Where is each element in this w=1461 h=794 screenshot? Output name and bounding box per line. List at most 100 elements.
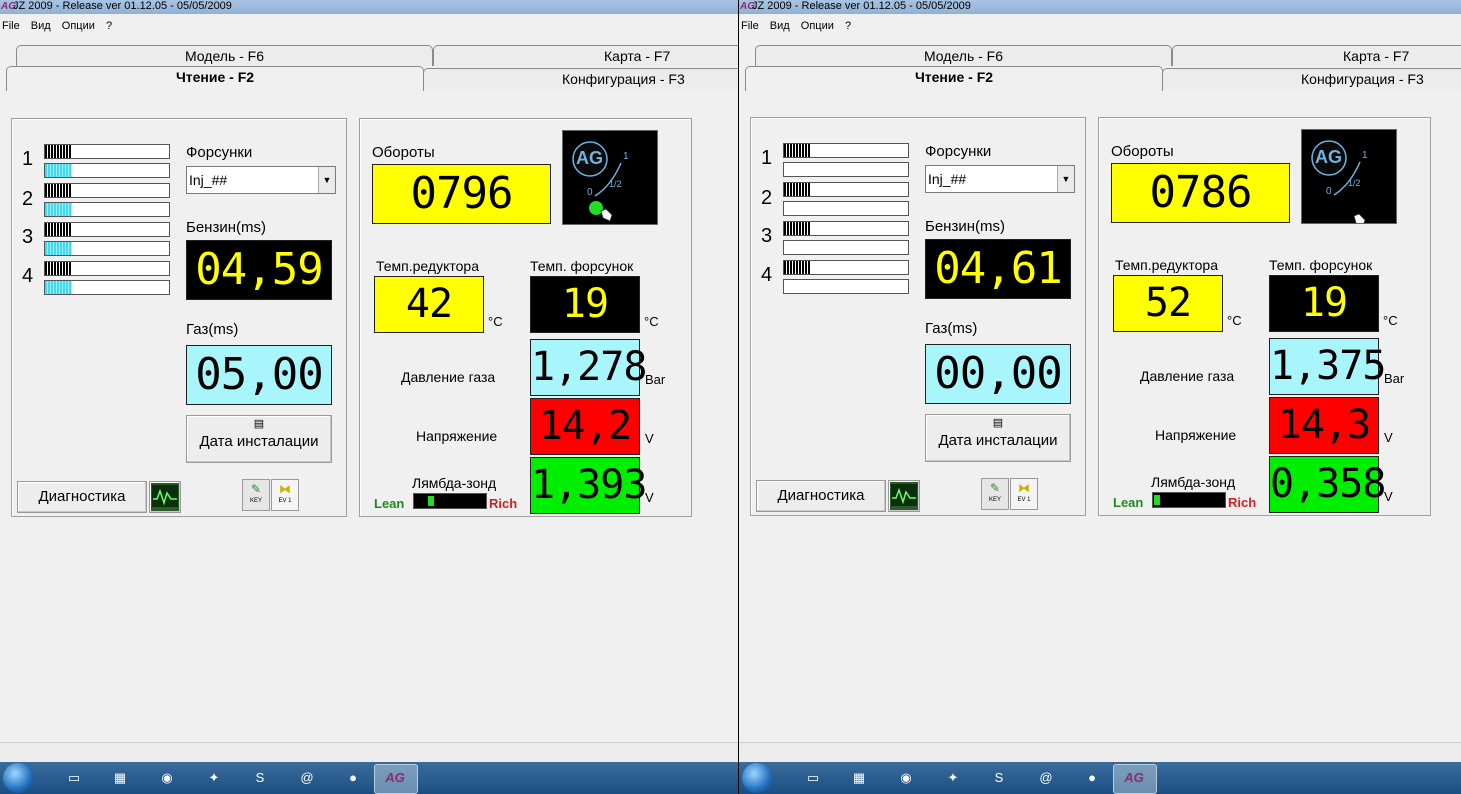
ag-switch-graphic (572, 141, 622, 222)
gas-label: Газ(ms) (925, 320, 978, 337)
injector-select[interactable]: Inj_## ▼ (186, 166, 336, 194)
at-icon[interactable]: @ (297, 768, 317, 788)
diagnostics-button[interactable]: Диагностика (756, 480, 886, 512)
gas-bar-fill (45, 281, 73, 294)
install-date-button[interactable]: ▤ Дата инсталации (186, 415, 332, 463)
tab-model[interactable]: Модель - F6 (755, 45, 1172, 66)
injector-number-2: 2 (22, 188, 34, 210)
menu-help[interactable]: ? (843, 20, 851, 32)
injectors-panel: 1 2 3 4 Форсунки Inj_## ▼ Бензин(ms) 04,… (11, 118, 347, 517)
chrome-icon[interactable]: ● (343, 768, 363, 788)
injector-number-1: 1 (22, 148, 34, 170)
driver-icon[interactable]: ◉ (896, 768, 916, 788)
tab-read[interactable]: Чтение - F2 (745, 66, 1163, 91)
printer-icon: ▤ (253, 418, 265, 430)
ev1-indicator[interactable]: ⧓ EV 1 (271, 479, 299, 511)
title-bar: AGJZ 2009 - Release ver 01.12.05 - 05/05… (739, 0, 1461, 14)
reducer-temp-label: Темп.редуктора (376, 258, 479, 274)
tab-config[interactable]: Конфигурация - F3 (1162, 68, 1461, 89)
key-indicator[interactable]: ✎ KEY (242, 479, 270, 511)
menu-bar: File Вид Опции ? (739, 16, 1461, 36)
petrol-bar-2 (783, 182, 909, 197)
oscilloscope-icon[interactable] (149, 481, 181, 513)
folder-icon[interactable]: ▭ (803, 768, 823, 788)
injector-number-3: 3 (22, 226, 34, 248)
at-icon[interactable]: @ (1036, 768, 1056, 788)
folder-icon[interactable]: ▭ (64, 768, 84, 788)
tab-config[interactable]: Конфигурация - F3 (423, 68, 738, 89)
ag-scale-zero: 0 (587, 187, 593, 198)
start-orb-icon[interactable] (3, 763, 33, 793)
lambda-label: Лямбда-зонд (1151, 474, 1236, 490)
driver-icon[interactable]: ◉ (157, 768, 177, 788)
injector-number-3: 3 (761, 225, 773, 247)
menu-options[interactable]: Опции (799, 20, 834, 32)
ag-switch-panel[interactable]: AG 1 1/2 0 (562, 130, 658, 225)
petrol-bar-3 (44, 222, 170, 237)
ag-scale-one: 1 (1362, 150, 1368, 161)
injector-select-value: Inj_## (189, 172, 228, 188)
menu-file[interactable]: File (739, 20, 759, 32)
menu-view[interactable]: Вид (29, 20, 51, 32)
petrol-bar-fill (45, 145, 73, 158)
skype-icon[interactable]: S (989, 768, 1009, 788)
voltage-label: Напряжение (1155, 427, 1237, 443)
ag-logo: AG (576, 148, 603, 168)
voltage-display: 14,2 (530, 398, 640, 455)
petrol-bar-fill (784, 144, 812, 157)
tab-map[interactable]: Карта - F7 (1172, 45, 1461, 66)
ev1-label: EV 1 (1017, 497, 1031, 503)
injector-temp-unit: °C (1383, 313, 1398, 328)
ag-app-icon: AG (740, 1, 755, 12)
lambda-label: Лямбда-зонд (412, 475, 497, 491)
menu-help[interactable]: ? (104, 20, 112, 32)
tab-model[interactable]: Модель - F6 (16, 45, 433, 66)
key-icon: ✎ (989, 481, 1001, 495)
install-date-label: Дата инсталации (938, 432, 1058, 449)
ag-switch-panel[interactable]: AG 1 1/2 0 (1301, 129, 1397, 227)
left-app-window: AGJZ 2009 - Release ver 01.12.05 - 05/05… (0, 0, 738, 794)
printer-icon: ▤ (992, 417, 1004, 429)
skype-icon[interactable]: S (250, 768, 270, 788)
reducer-temp-label: Темп.редуктора (1115, 257, 1218, 273)
gas-bar-fill (45, 164, 73, 177)
lambda-unit: V (1384, 489, 1393, 504)
install-date-button[interactable]: ▤ Дата инсталации (925, 414, 1071, 462)
tab-map[interactable]: Карта - F7 (433, 45, 738, 66)
injector-number-1: 1 (761, 147, 773, 169)
start-orb-icon[interactable] (742, 763, 772, 793)
petrol-time-display: 04,61 (925, 239, 1071, 299)
game-icon[interactable]: ✦ (204, 768, 224, 788)
petrol-bar-fill (45, 184, 73, 197)
petrol-bar-1 (783, 143, 909, 158)
ag-scale-half: 1/2 (1348, 178, 1361, 188)
gas-pressure-display: 1,375 (1269, 338, 1386, 395)
chevron-down-icon[interactable]: ▼ (1057, 166, 1074, 192)
petrol-label: Бензин(ms) (925, 218, 1005, 235)
calculator-icon[interactable]: ▦ (849, 768, 869, 788)
key-indicator[interactable]: ✎ KEY (981, 478, 1009, 510)
petrol-bar-fill (784, 261, 812, 274)
petrol-bar-4 (44, 261, 170, 276)
ag-app-icon: AG (1124, 770, 1144, 785)
chevron-down-icon[interactable]: ▼ (318, 167, 335, 193)
voltage-display: 14,3 (1269, 397, 1379, 454)
menu-file[interactable]: File (0, 20, 20, 32)
menu-options[interactable]: Опции (60, 20, 95, 32)
menu-view[interactable]: Вид (768, 20, 790, 32)
injector-select[interactable]: Inj_## ▼ (925, 165, 1075, 193)
diagnostics-button[interactable]: Диагностика (17, 481, 147, 513)
gas-bar-fill (45, 203, 73, 216)
injectors-panel: 1 2 3 4 Форсунки Inj_## ▼ Бензин(ms) 04,… (750, 117, 1086, 516)
gas-bar-3 (44, 241, 170, 256)
valve-icon: ⧓ (279, 482, 291, 496)
gas-bar-2 (783, 201, 909, 216)
game-icon[interactable]: ✦ (943, 768, 963, 788)
gas-bar-3 (783, 240, 909, 255)
calculator-icon[interactable]: ▦ (110, 768, 130, 788)
tab-read[interactable]: Чтение - F2 (6, 66, 424, 91)
chrome-icon[interactable]: ● (1082, 768, 1102, 788)
ag-app-icon: AG (385, 770, 405, 785)
ev1-indicator[interactable]: ⧓ EV 1 (1010, 478, 1038, 510)
oscilloscope-icon[interactable] (888, 480, 920, 512)
